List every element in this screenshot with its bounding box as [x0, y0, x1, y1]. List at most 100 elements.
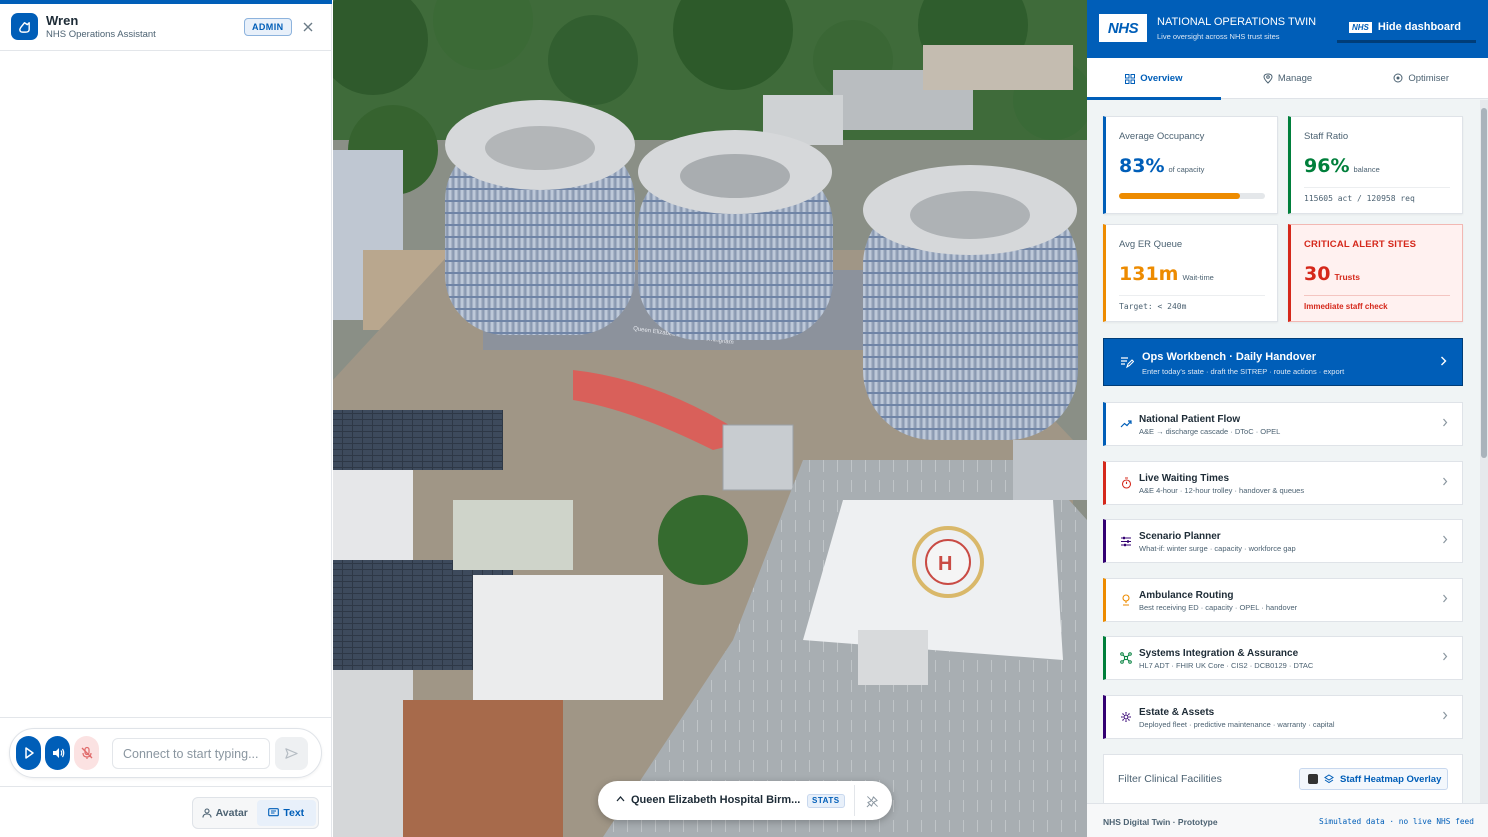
helipad-letter: H [938, 553, 952, 575]
hospital-tower-1 [445, 100, 635, 335]
kpi-unit: Wait-time [1182, 273, 1214, 282]
chevron-right-icon [1443, 477, 1448, 486]
avatar-mode-button[interactable]: Avatar [195, 800, 255, 826]
card-subtitle: HL7 ADT · FHIR UK Core · CIS2 · DCB0129 … [1139, 661, 1314, 670]
kpi-value: 96% balance [1304, 155, 1380, 177]
kpi-number: 96% [1304, 155, 1350, 177]
mic-off-icon [81, 746, 92, 759]
assistant-hand-icon [19, 22, 30, 33]
nav-card-ambulance-routing[interactable]: Ambulance Routing Best receiving ED · ca… [1103, 578, 1463, 622]
scrollbar-thumb[interactable] [1481, 108, 1487, 458]
admin-badge: ADMIN [244, 18, 292, 36]
chat-message-input[interactable] [112, 738, 270, 769]
chevron-right-icon [1443, 652, 1448, 661]
site-stats-button[interactable]: STATS [807, 794, 845, 808]
current-site-name[interactable]: Queen Elizabeth Hospital Birm... [631, 794, 803, 806]
aerial-3d-map[interactable]: Queen Elizabeth Hospital Birmingham [333, 0, 1087, 837]
chevron-right-icon [1443, 535, 1448, 544]
close-chat-button[interactable] [300, 19, 316, 35]
occupancy-progress-fill [1119, 193, 1241, 199]
dashboard-subtitle: Live oversight across NHS trust sites [1157, 32, 1280, 41]
tab-manage[interactable]: Manage [1221, 58, 1355, 99]
stopwatch-icon [1121, 477, 1131, 489]
expand-site-button[interactable] [614, 793, 626, 805]
filter-label: Filter Clinical Facilities [1118, 773, 1222, 785]
speaker-button[interactable] [45, 736, 70, 770]
workbench-subtitle: Enter today's state · draft the SITREP ·… [1142, 367, 1345, 376]
card-icon-wrap [1119, 710, 1133, 724]
staff-heatmap-overlay-toggle[interactable]: Staff Heatmap Overlay [1299, 768, 1448, 790]
chat-messages-area [0, 52, 332, 717]
edit-list-icon [1121, 357, 1134, 369]
tab-overview[interactable]: Overview [1087, 58, 1221, 100]
app-root: Wren NHS Operations Assistant ADMIN Conn… [0, 0, 1488, 837]
sliders-icon [1121, 536, 1131, 546]
pin-toggle-button[interactable] [864, 793, 880, 809]
kpi-label: Staff Ratio [1304, 131, 1349, 142]
dashboard-scrollbar[interactable] [1480, 100, 1488, 803]
kpi-label: Avg ER Queue [1119, 239, 1183, 250]
nav-card-scenario-planner[interactable]: Scenario Planner What-if: winter surge ·… [1103, 519, 1463, 563]
overlay-checkbox[interactable] [1308, 774, 1318, 784]
kpi-number: 83% [1119, 155, 1165, 177]
hide-dashboard-label: Hide dashboard [1377, 21, 1462, 33]
kpi-footnote: Immediate staff check [1304, 295, 1450, 311]
nav-card-live-waiting-times[interactable]: Live Waiting Times A&E 4-hour · 12-hour … [1103, 461, 1463, 505]
kpi-critical-alert-sites[interactable]: CRITICAL ALERT SITES 30 Trusts Immediate … [1288, 224, 1463, 322]
overlay-label: Staff Heatmap Overlay [1340, 773, 1442, 785]
card-title: Systems Integration & Assurance [1139, 648, 1299, 659]
nav-card-systems-integration[interactable]: Systems Integration & Assurance HL7 ADT … [1103, 636, 1463, 680]
kpi-number: 131m [1119, 263, 1179, 285]
chevron-right-icon [1441, 356, 1447, 366]
tab-overview-label: Overview [1140, 73, 1183, 84]
mic-muted-button[interactable] [74, 736, 99, 770]
cog-icon [1121, 712, 1131, 722]
ops-workbench-button[interactable]: Ops Workbench · Daily Handover Enter tod… [1103, 338, 1463, 386]
nav-card-national-patient-flow[interactable]: National Patient Flow A&E → discharge ca… [1103, 402, 1463, 446]
nav-card-estate-assets[interactable]: Estate & Assets Deployed fleet · predict… [1103, 695, 1463, 739]
play-button[interactable] [16, 736, 41, 770]
card-subtitle: A&E → discharge cascade · DToC · OPEL [1139, 427, 1281, 436]
dashboard-scroll-area[interactable]: Average Occupancy 83% of capacity Staff R… [1087, 100, 1480, 803]
map-pin-icon [1393, 73, 1403, 83]
card-icon-wrap [1119, 593, 1133, 607]
hide-dashboard-button[interactable]: NHS Hide dashboard [1337, 14, 1476, 43]
mode-switch: Avatar Text [192, 797, 319, 829]
operations-dashboard: NHS NATIONAL OPERATIONS TWIN Live oversi… [1087, 0, 1488, 837]
kpi-unit: balance [1353, 165, 1380, 174]
play-icon [24, 747, 34, 759]
text-mode-button[interactable]: Text [256, 800, 316, 826]
network-icon [1120, 652, 1132, 664]
card-title: National Patient Flow [1139, 414, 1241, 425]
card-icon-wrap [1119, 534, 1133, 548]
card-title: Scenario Planner [1139, 531, 1221, 542]
route-pin-icon [1122, 594, 1130, 606]
location-pin-icon [1263, 73, 1273, 84]
footer-prototype-label: NHS Digital Twin · Prototype [1103, 817, 1218, 827]
tab-optimiser[interactable]: Optimiser [1354, 58, 1488, 99]
card-title: Ambulance Routing [1139, 590, 1234, 601]
card-icon-wrap [1119, 476, 1133, 490]
tab-manage-label: Manage [1277, 73, 1313, 84]
hospital-tower-2 [638, 130, 833, 340]
chat-footer: Avatar Text [0, 786, 332, 837]
kpi-unit: Trusts [1334, 272, 1360, 282]
card-subtitle: Deployed fleet · predictive maintenance … [1139, 720, 1335, 729]
dashboard-tabs: Overview Manage Optimiser [1087, 58, 1488, 100]
send-icon [285, 748, 298, 759]
kpi-label: Average Occupancy [1119, 131, 1205, 142]
dashboard-footer: NHS Digital Twin · Prototype Simulated d… [1087, 803, 1488, 837]
card-subtitle: What-if: winter surge · capacity · workf… [1139, 544, 1296, 553]
chat-bubble-icon [268, 808, 280, 817]
kpi-number: 30 [1304, 263, 1331, 285]
layers-icon [1324, 774, 1334, 784]
send-button[interactable] [275, 737, 308, 770]
chevron-right-icon [1443, 594, 1448, 603]
kpi-value: 131m Wait-time [1119, 263, 1214, 285]
workbench-title: Ops Workbench · Daily Handover [1142, 351, 1317, 363]
kpi-label: CRITICAL ALERT SITES [1304, 239, 1417, 250]
assistant-name: Wren [46, 13, 79, 28]
kpi-staff-ratio: Staff Ratio 96% balance 115605 act / 1209… [1288, 116, 1463, 214]
text-mode-label: Text [283, 807, 305, 819]
chat-header: Wren NHS Operations Assistant ADMIN [0, 4, 332, 51]
